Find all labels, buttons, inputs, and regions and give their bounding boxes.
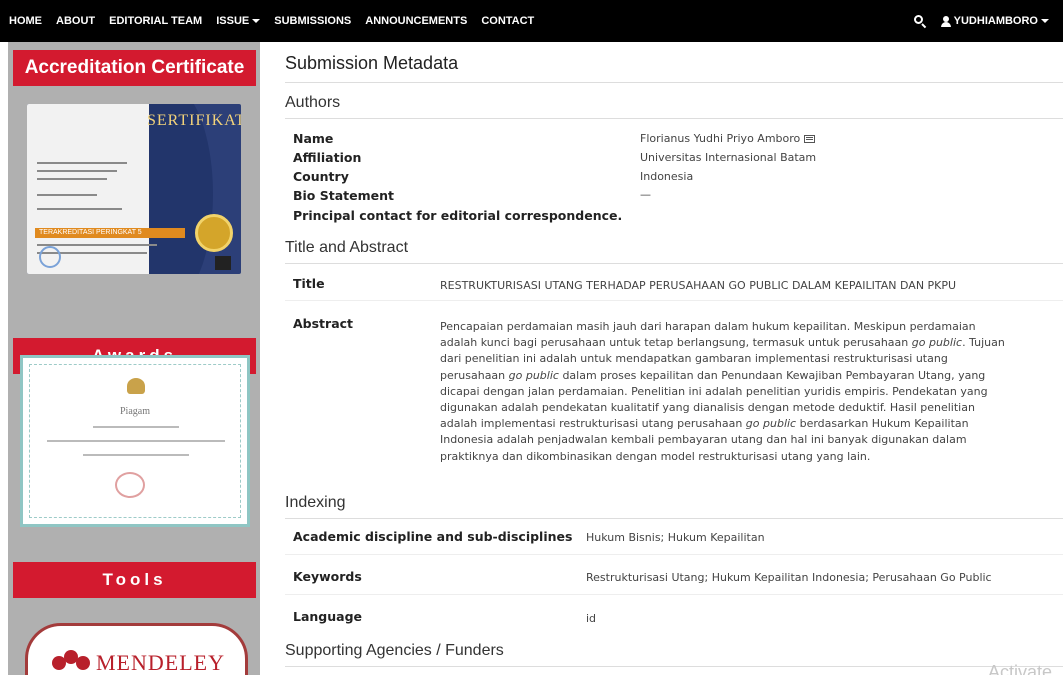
nav-about[interactable]: ABOUT [56, 15, 95, 27]
award-certificate-image[interactable]: Piagam [20, 355, 250, 527]
language-value: id [586, 612, 597, 625]
row-divider [285, 594, 1063, 595]
language-label: Language [293, 609, 363, 624]
certificate-text-line [37, 170, 117, 172]
nav-home[interactable]: HOME [9, 15, 42, 27]
nav-right: YUDHIAMBORO [913, 14, 1049, 29]
award-text-line [47, 440, 225, 442]
row-divider [285, 300, 1063, 301]
affiliation-label: Affiliation [293, 150, 362, 165]
certificate-strip: TERAKREDITASI PERINGKAT 5 [35, 228, 185, 238]
author-name-value: Florianus Yudhi Priyo Amboro [640, 132, 816, 145]
divider [285, 518, 1063, 519]
tools-title: Tools [13, 562, 256, 598]
certificate-text-line [37, 194, 97, 196]
author-name-label: Name [293, 131, 334, 146]
nav-bar: HOME ABOUT EDITORIAL TEAM ISSUE SUBMISSI… [0, 6, 1063, 36]
stamp-icon [115, 472, 145, 498]
nav-submissions[interactable]: SUBMISSIONS [274, 15, 351, 27]
affiliation-value: Universitas Internasional Batam [640, 151, 817, 164]
nav-issue-label: ISSUE [216, 15, 250, 27]
country-value: Indonesia [640, 170, 694, 183]
abstract-line: adalah kunci bagi perusahaan untuk tetap… [440, 336, 1005, 350]
certificate-text-line [37, 162, 127, 164]
divider [285, 82, 1063, 83]
principal-contact-note: Principal contact for editorial correspo… [293, 208, 623, 223]
activate-watermark: Activate [988, 662, 1053, 675]
title-value: RESTRUKTURISASI UTANG TERHADAP PERUSAHAA… [440, 279, 957, 292]
abstract-line: praktiknya dan dikombinasikan dengan mod… [440, 449, 871, 463]
keywords-label: Keywords [293, 569, 362, 584]
sidebar: Accreditation Certificate SERTIFIKAT TER… [8, 42, 260, 675]
keywords-value: Restrukturisasi Utang; Hukum Kepailitan … [586, 571, 992, 584]
abstract-text: Pencapaian perdamaian masih jauh dari ha… [440, 319, 1054, 465]
divider [285, 263, 1063, 264]
award-title: Piagam [120, 406, 150, 417]
divider [285, 666, 1063, 667]
qr-code-icon [215, 256, 231, 270]
mendeley-link[interactable]: MENDELEY [25, 623, 248, 675]
accreditation-certificate-image[interactable]: SERTIFIKAT TERAKREDITASI PERINGKAT 5 [27, 104, 241, 274]
certificate-seal-icon [39, 246, 61, 268]
country-label: Country [293, 169, 349, 184]
mendeley-logo-icon [52, 650, 90, 672]
certificate-text-line [37, 244, 157, 246]
certificate-heading: SERTIFIKAT [147, 112, 241, 129]
abstract-line: digunakan adalah pendekatan kualitatif y… [440, 401, 975, 415]
nav-contact[interactable]: CONTACT [481, 15, 534, 27]
nav-issue[interactable]: ISSUE [216, 15, 261, 27]
divider [285, 118, 1063, 119]
bio-statement-value: — [640, 188, 651, 201]
discipline-value: Hukum Bisnis; Hukum Kepailitan [586, 531, 765, 544]
medal-icon [195, 214, 233, 252]
award-text-line [93, 426, 179, 428]
row-divider [285, 554, 1063, 555]
main-content: Submission Metadata Authors Name Florian… [276, 42, 1063, 675]
garuda-emblem-icon [127, 378, 145, 394]
accreditation-title: Accreditation Certificate [13, 50, 256, 86]
user-menu[interactable]: YUDHIAMBORO [940, 15, 1049, 27]
mail-icon[interactable] [804, 135, 816, 143]
search-icon[interactable] [913, 14, 927, 29]
author-name-text: Florianus Yudhi Priyo Amboro [640, 132, 801, 145]
supporting-agencies-heading: Supporting Agencies / Funders [285, 642, 504, 659]
bio-statement-label: Bio Statement [293, 188, 394, 203]
abstract-label: Abstract [293, 316, 354, 331]
discipline-label: Academic discipline and sub-disciplines [293, 529, 573, 544]
title-label: Title [293, 276, 325, 291]
award-text-line [83, 454, 189, 456]
abstract-line: perusahaan go public dalam proses kepail… [440, 368, 986, 382]
nav-announcements[interactable]: ANNOUNCEMENTS [365, 15, 467, 27]
authors-heading: Authors [285, 94, 341, 111]
user-icon [940, 15, 951, 27]
abstract-line: adalah implementasi restrukturisasi utan… [440, 417, 969, 431]
caret-down-icon [252, 19, 261, 23]
indexing-heading: Indexing [285, 494, 346, 511]
abstract-line: Indonesia adalah penjadwalan kembali pem… [440, 433, 967, 447]
abstract-line: dari penelitian ini adalah untuk mendapa… [440, 352, 948, 366]
user-name: YUDHIAMBORO [953, 15, 1038, 27]
page-title: Submission Metadata [285, 53, 459, 73]
abstract-line: Pencapaian perdamaian masih jauh dari ha… [440, 320, 976, 333]
abstract-line: dicapai dengan jalan perdamaian. Penelit… [440, 384, 988, 398]
nav-editorial-team[interactable]: EDITORIAL TEAM [109, 15, 202, 27]
certificate-text-line [37, 208, 122, 210]
certificate-text-line [37, 178, 107, 180]
caret-down-icon [1041, 19, 1049, 23]
mendeley-label: MENDELEY [96, 650, 225, 675]
title-abstract-heading: Title and Abstract [285, 239, 409, 256]
top-navigation: HOME ABOUT EDITORIAL TEAM ISSUE SUBMISSI… [0, 0, 1063, 42]
